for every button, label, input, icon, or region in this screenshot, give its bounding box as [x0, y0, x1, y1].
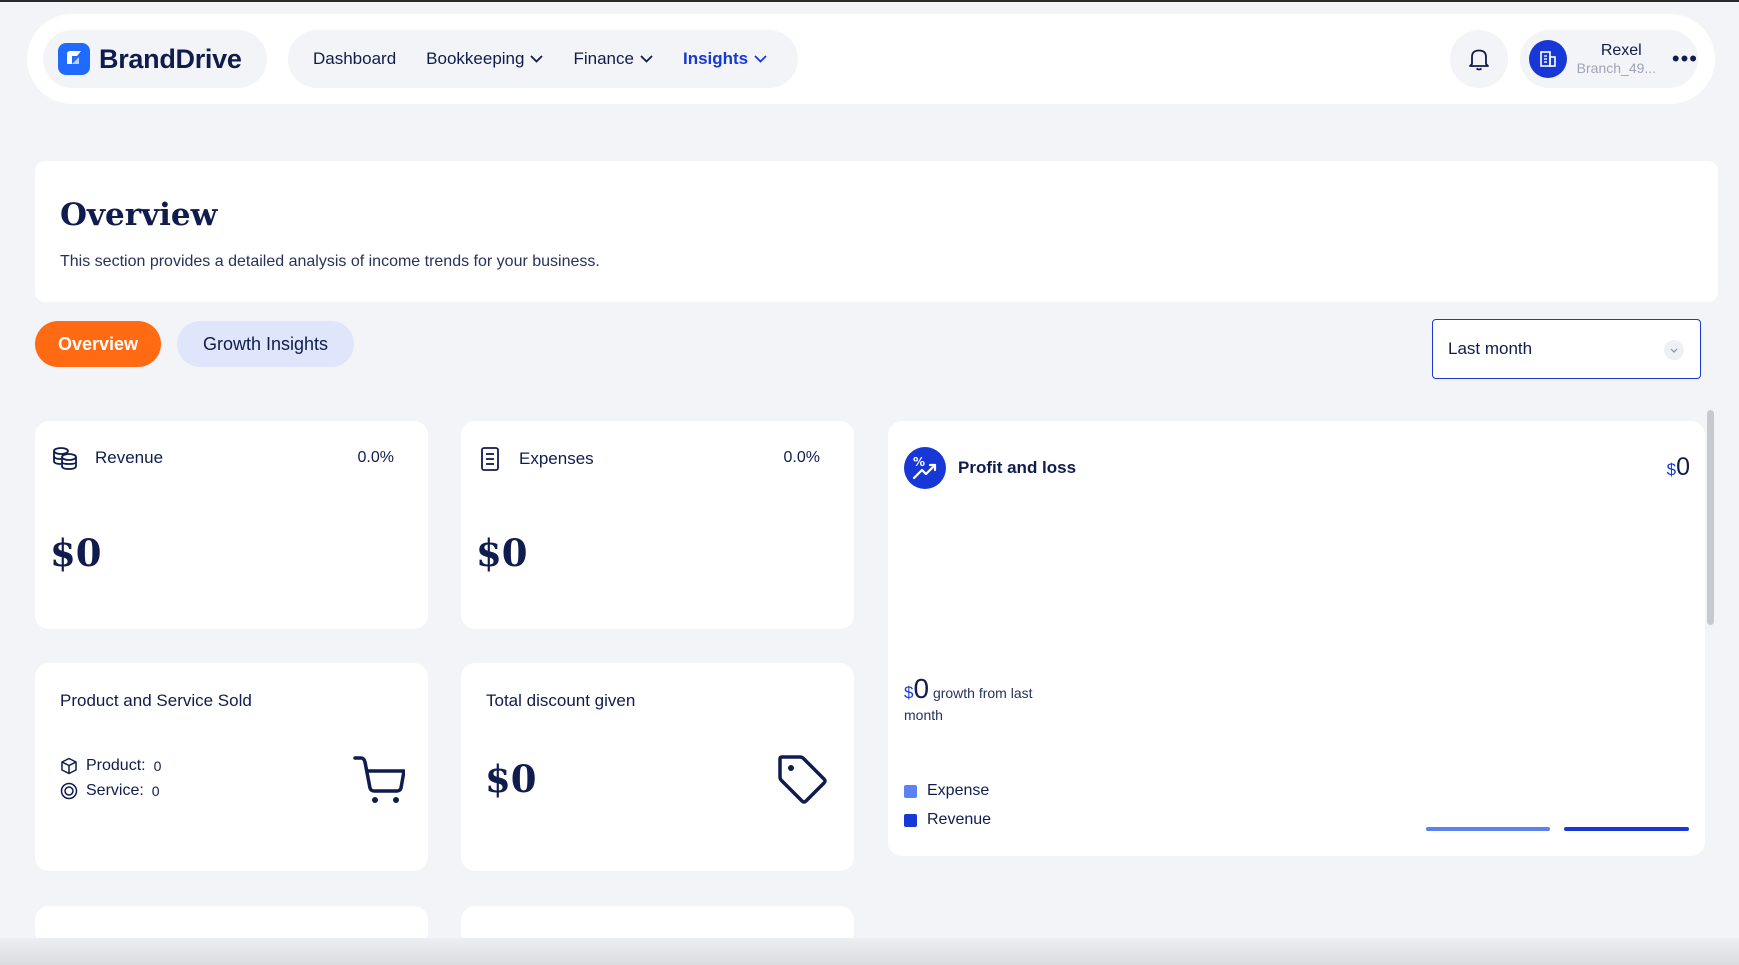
tab-growth-insights[interactable]: Growth Insights	[177, 321, 354, 367]
legend-expense: Expense	[904, 782, 989, 800]
period-select[interactable]: Last month	[1432, 319, 1701, 379]
product-label: Product:	[86, 757, 146, 774]
top-header: BrandDrive Dashboard Bookkeeping Finance…	[27, 14, 1715, 104]
svg-text:%: %	[913, 455, 925, 469]
legend-expense-label: Expense	[927, 782, 990, 799]
chevron-down-icon	[754, 55, 767, 63]
avatar	[1529, 40, 1567, 78]
nav-bookkeeping-label: Bookkeeping	[426, 49, 525, 68]
profit-loss-total-value: 0	[1676, 453, 1690, 481]
legend-revenue: Revenue	[904, 811, 991, 829]
chevron-down-icon	[530, 55, 544, 63]
window-bottom-edge	[0, 938, 1739, 965]
user-branch: Branch_49...	[1576, 60, 1657, 76]
profit-loss-title: Profit and loss	[958, 458, 1077, 477]
legend-swatch-revenue	[904, 813, 917, 827]
products-sold-card: Product and Service Sold Product: 0 Serv…	[35, 663, 428, 871]
service-row: Service: 0	[60, 782, 160, 800]
expenses-change: 0.0%	[783, 449, 820, 466]
revenue-value: $0	[50, 531, 102, 575]
more-horizontal-icon[interactable]: •••	[1672, 48, 1698, 70]
growth-value: 0	[913, 673, 930, 704]
building-icon	[1540, 51, 1556, 67]
nav-insights-label: Insights	[682, 49, 749, 68]
coins-icon	[53, 447, 77, 470]
nav-bookkeeping[interactable]: Bookkeeping	[426, 49, 544, 69]
profit-loss-currency: $	[1666, 460, 1677, 479]
chevron-down-icon	[1664, 340, 1684, 360]
product-row: Product: 0	[60, 757, 161, 775]
notifications-button[interactable]	[1450, 30, 1508, 88]
discount-card: Total discount given $0	[461, 663, 854, 871]
period-select-value: Last month	[1448, 339, 1533, 358]
chevron-down-icon	[640, 55, 653, 63]
products-sold-title: Product and Service Sold	[60, 691, 252, 710]
scrollbar[interactable]	[1707, 410, 1714, 625]
revenue-card: Revenue 0.0% $0	[35, 421, 428, 629]
legend-swatch-expense	[904, 784, 917, 798]
box-icon	[61, 757, 77, 775]
price-tag-icon	[778, 755, 827, 804]
revenue-bar	[1564, 827, 1689, 831]
percent-growth-icon: %	[904, 447, 946, 489]
profit-loss-growth: $0 growth from last month	[904, 675, 1064, 726]
main-nav: Dashboard Bookkeeping Finance Insights	[288, 30, 798, 88]
page-description: This section provides a detailed analysi…	[60, 253, 600, 270]
nav-dashboard-label: Dashboard	[313, 49, 397, 68]
brand-logo-icon	[58, 43, 90, 75]
expense-bar	[1426, 827, 1550, 831]
tab-overview[interactable]: Overview	[35, 321, 161, 367]
receipt-icon	[481, 447, 499, 471]
expenses-header: Expenses	[478, 446, 594, 472]
expenses-card: Expenses 0.0% $0	[461, 421, 854, 629]
revenue-label: Revenue	[95, 448, 164, 467]
revenue-change: 0.0%	[357, 449, 394, 466]
nav-finance[interactable]: Finance	[573, 49, 653, 69]
brand-logo[interactable]: BrandDrive	[43, 30, 267, 88]
revenue-header: Revenue	[52, 446, 163, 470]
user-info: Rexel Branch_49...	[1577, 42, 1666, 76]
legend-revenue-label: Revenue	[927, 811, 992, 828]
discount-value: $0	[485, 757, 537, 801]
nav-dashboard[interactable]: Dashboard	[313, 49, 396, 69]
profit-loss-total: $0	[1667, 453, 1690, 482]
discount-title: Total discount given	[486, 691, 636, 710]
nav-insights[interactable]: Insights	[683, 49, 767, 69]
service-count: 0	[151, 783, 160, 799]
shopping-cart-icon	[353, 756, 405, 803]
product-count: 0	[153, 758, 162, 774]
nav-finance-label: Finance	[573, 49, 634, 68]
profit-loss-card: % Profit and loss $0 $0 growth from last…	[888, 421, 1705, 856]
service-icon	[60, 782, 78, 800]
brand-name: BrandDrive	[99, 43, 242, 74]
bell-icon	[1469, 49, 1489, 71]
overview-header-card: Overview This section provides a detaile…	[35, 161, 1718, 302]
service-label: Service:	[86, 782, 144, 799]
expenses-value: $0	[476, 531, 528, 575]
expenses-label: Expenses	[519, 449, 594, 468]
window-top-edge	[0, 0, 1739, 2]
user-menu[interactable]: Rexel Branch_49... •••	[1520, 30, 1698, 88]
page-title: Overview	[60, 197, 218, 233]
user-name: Rexel	[1600, 42, 1642, 59]
